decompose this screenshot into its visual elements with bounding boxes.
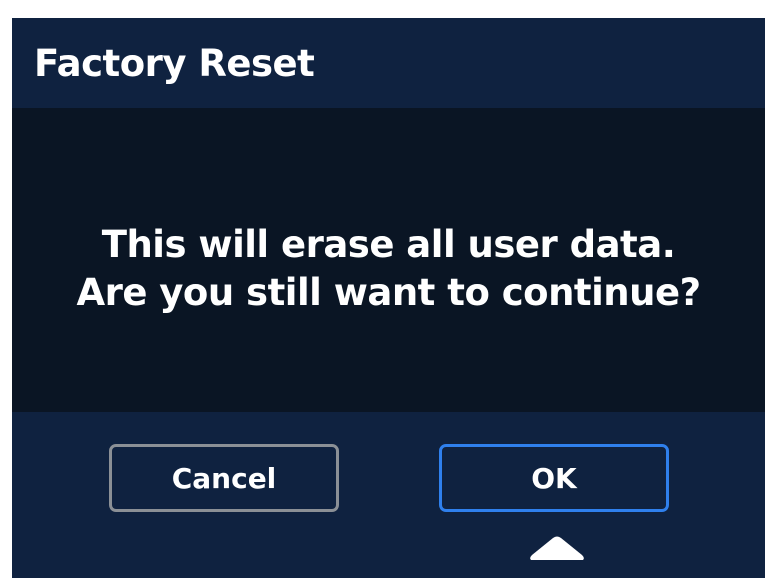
dialog-title: Factory Reset [34, 42, 315, 85]
triangle-up-icon [530, 536, 584, 560]
dialog-message: This will erase all user data. Are you s… [12, 221, 765, 317]
factory-reset-dialog: Factory Reset This will erase all user d… [12, 18, 765, 578]
message-line-2: Are you still want to continue? [76, 271, 701, 314]
message-line-1: This will erase all user data. [101, 223, 676, 266]
ok-button[interactable]: OK [439, 444, 669, 512]
cancel-button[interactable]: Cancel [109, 444, 339, 512]
title-bar: Factory Reset [12, 18, 765, 108]
button-row: Cancel OK [12, 412, 765, 578]
message-panel: This will erase all user data. Are you s… [12, 108, 765, 412]
selection-indicator [527, 532, 587, 562]
